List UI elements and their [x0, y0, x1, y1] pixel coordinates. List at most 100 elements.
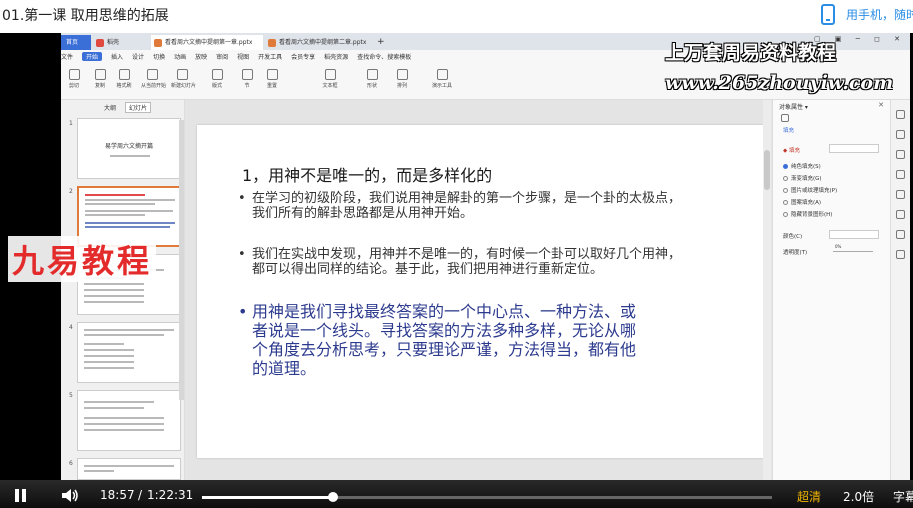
fill-option-solid[interactable]: 纯色填充(S) [783, 162, 821, 170]
option-label: 渐变填充(G) [791, 176, 822, 182]
transparency-slider[interactable] [833, 251, 873, 252]
bullet-line: 在学习的初级阶段，我们说用神是解卦的第一个步骤，是一个卦的太极点， [252, 191, 682, 206]
speed-button[interactable]: 2.0倍 [843, 488, 874, 505]
color-picker[interactable] [829, 230, 879, 239]
toolbar-button[interactable]: 节 [236, 67, 258, 97]
volume-icon[interactable] [61, 488, 79, 503]
toolbar-button[interactable]: 版式 [206, 67, 228, 97]
tab-label: 看看周六文摘中提纲第二章.pptx [279, 39, 367, 46]
properties-icon[interactable] [896, 110, 905, 119]
fill-option-gradient[interactable]: 渐变填充(G) [783, 174, 822, 182]
progress-handle[interactable] [328, 492, 339, 502]
template-icon[interactable] [896, 170, 905, 179]
toolbar-button[interactable]: 重置 [261, 67, 283, 97]
total-time: 1:22:31 [147, 488, 194, 502]
hide-background-option[interactable]: 隐藏背景图形(H) [783, 210, 832, 218]
close-icon[interactable]: ✕ [878, 101, 884, 109]
tab-home[interactable]: 首页 [61, 35, 91, 50]
menu-item[interactable]: 放映 [195, 52, 207, 61]
fill-option-pattern[interactable]: 图案填充(A) [783, 198, 821, 206]
menu-item[interactable]: 开始 [82, 52, 103, 61]
mobile-link[interactable]: 用手机，随时 [846, 6, 913, 23]
toolbar-button[interactable]: 排列 [391, 67, 413, 97]
properties-header[interactable]: 对象属性 ▾ [779, 102, 808, 111]
layout-icon[interactable] [896, 150, 905, 159]
menu-item[interactable]: 切换 [153, 52, 165, 61]
tab-outline[interactable]: 大纲 [101, 103, 119, 112]
transition-icon[interactable] [896, 190, 905, 199]
tool-label: 节 [244, 83, 250, 89]
menu-item[interactable]: 稻壳资源 [324, 52, 348, 61]
location-icon[interactable] [896, 250, 905, 259]
tab-document-1[interactable]: 看看周六文摘中提纲第一章.pptx [151, 35, 263, 50]
subtitle-button[interactable]: 字幕 [893, 488, 913, 505]
tool-label: 版式 [211, 83, 222, 89]
tab-slides[interactable]: 幻灯片 [125, 102, 152, 113]
tab-document-2[interactable]: 看看周六文摘中提纲第二章.pptx [265, 35, 373, 50]
tool-icon [118, 69, 130, 80]
toolbar: 剪切 复制 格式刷 从当前开始 新建幻灯片 版式 节 重置 文本框 形状 排列 演示工具 [61, 67, 681, 97]
thumbnail-line [85, 210, 173, 212]
toolbar-button[interactable]: 从当前开始 [141, 67, 166, 97]
option-label: 图片或纹理填充(P) [791, 188, 838, 194]
toolbar-button[interactable]: 复制 [89, 67, 111, 97]
menu-item[interactable]: 开发工具 [258, 52, 282, 61]
toolbar-button[interactable]: 剪切 [63, 67, 85, 97]
toolbar-button[interactable]: 新建幻灯片 [171, 67, 196, 97]
scrollbar-thumb[interactable] [764, 150, 770, 190]
toolbar-button[interactable]: 演示工具 [431, 67, 453, 97]
slide-thumbnail-4[interactable] [77, 322, 181, 383]
bullet-line: 个角度去分析思考，只要理论严谨，方法得当，都有他 [252, 340, 637, 359]
pause-icon[interactable] [14, 489, 28, 503]
phone-icon[interactable] [821, 4, 835, 25]
fill-icon [781, 114, 789, 122]
quality-button[interactable]: 超清 [797, 488, 821, 505]
animation-icon[interactable] [896, 130, 905, 139]
fill-tab[interactable]: 填充 [783, 126, 794, 134]
thumbnail-line [85, 214, 145, 216]
thumbnail-line [84, 407, 144, 409]
tab-daoke[interactable]: 稻壳 [93, 35, 148, 50]
tool-icon [241, 69, 253, 80]
new-tab-button[interactable]: + [377, 35, 387, 50]
fill-option-picture[interactable]: 图片或纹理填充(P) [783, 186, 837, 194]
slide-thumbnail-1[interactable]: 易学周六文摘开篇 [77, 118, 181, 179]
fill-section-title[interactable]: ◆ 填充 [783, 146, 800, 154]
option-label: 图案填充(A) [791, 200, 822, 206]
toolbar-button[interactable]: 格式刷 [113, 67, 135, 97]
thumbnail-line [84, 334, 164, 336]
thumbnail-line [84, 470, 114, 472]
menu-item[interactable]: 文件 [61, 52, 73, 61]
tool-icon [176, 69, 188, 80]
tool-icon [266, 69, 278, 80]
thumbnail-line [85, 199, 175, 201]
share-icon[interactable] [896, 230, 905, 239]
progress-fill [202, 496, 334, 499]
toolbar-button[interactable]: 文本框 [319, 67, 341, 97]
canvas-scrollbar[interactable] [763, 100, 771, 480]
menu-item[interactable]: 查找命令、搜索模板 [357, 52, 411, 61]
thumbnail-scrollbar[interactable] [179, 120, 184, 400]
thumbnail-line [85, 226, 170, 228]
fill-dropdown[interactable] [829, 144, 879, 153]
tool-icon [211, 69, 223, 80]
menu-item[interactable]: 会员专享 [291, 52, 315, 61]
slide-thumbnail-5[interactable] [77, 390, 181, 451]
option-label: 纯色填充(S) [791, 164, 821, 170]
current-slide[interactable]: 1，用神不是唯一的，而是多样化的 • 在学习的初级阶段，我们说用神是解卦的第一个… [197, 125, 764, 458]
menu-item[interactable]: 插入 [111, 52, 123, 61]
slide-title: 1，用神不是唯一的，而是多样化的 [242, 166, 493, 185]
toolbar-button[interactable]: 形状 [361, 67, 383, 97]
menu-item[interactable]: 动画 [174, 52, 186, 61]
progress-bar[interactable] [202, 492, 772, 502]
slide-number: 1 [69, 120, 73, 127]
bullet-line: 者说是一个线头。寻找答案的方法多种多样，无论从哪 [252, 321, 637, 340]
menu-item[interactable]: 设计 [132, 52, 144, 61]
backup-icon[interactable] [896, 210, 905, 219]
slide-thumbnail-6[interactable] [77, 458, 181, 480]
menu-item[interactable]: 视图 [237, 52, 249, 61]
thumbnail-line [84, 361, 134, 363]
menu-item[interactable]: 审阅 [216, 52, 228, 61]
thumbnail-line [84, 283, 144, 285]
thumbnail-line [84, 429, 164, 431]
